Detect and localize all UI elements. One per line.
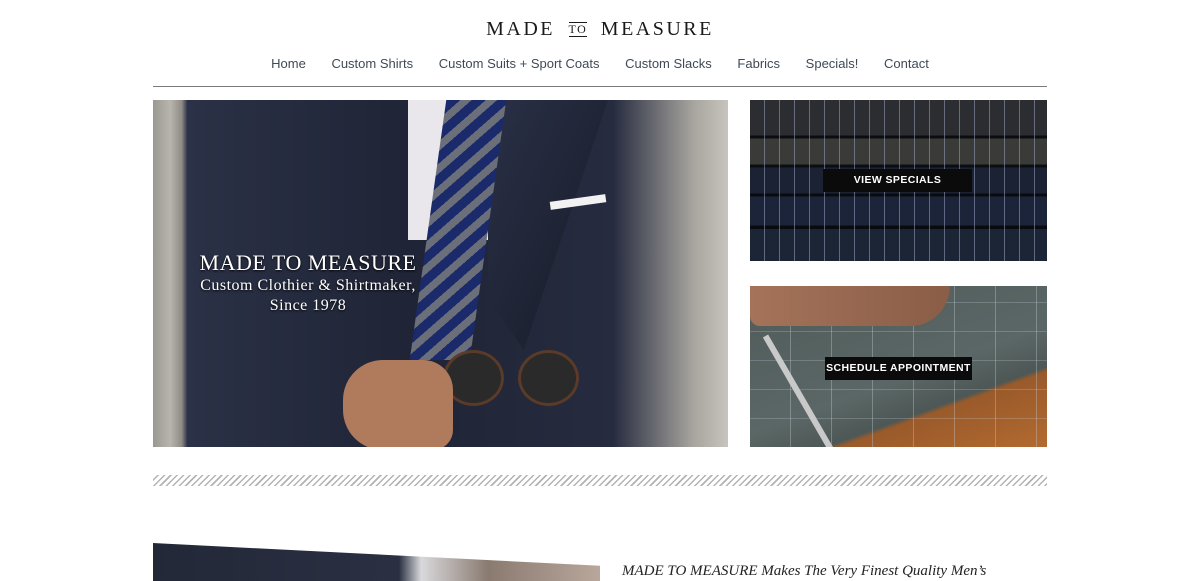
hero-lapel-graphic — [488, 100, 608, 350]
diagonal-stripe-divider — [153, 475, 1047, 486]
main-nav: Home Custom Shirts Custom Suits + Sport … — [0, 56, 1200, 71]
nav-specials[interactable]: Specials! — [806, 56, 859, 71]
suit-photo-secondary — [153, 543, 600, 581]
nav-fabrics[interactable]: Fabrics — [737, 56, 780, 71]
hero-banner[interactable]: MADE TO MEASURE Custom Clothier & Shirtm… — [153, 100, 728, 447]
hero-hand-graphic — [343, 360, 453, 447]
appointment-tile[interactable]: SCHEDULE APPOINTMENT — [750, 286, 1047, 447]
logo-word-made: MADE — [486, 18, 556, 40]
site-logo[interactable]: MADE TO MEASURE — [0, 18, 1200, 41]
nav-custom-slacks[interactable]: Custom Slacks — [625, 56, 712, 71]
schedule-appointment-button[interactable]: SCHEDULE APPOINTMENT — [825, 357, 972, 380]
nav-custom-suits[interactable]: Custom Suits + Sport Coats — [439, 56, 600, 71]
specials-tile[interactable]: VIEW SPECIALS — [750, 100, 1047, 261]
view-specials-button[interactable]: VIEW SPECIALS — [823, 169, 972, 192]
header-divider — [153, 86, 1047, 87]
tailor-hands-graphic — [750, 286, 950, 326]
logo-word-to: TO — [568, 22, 588, 37]
hero-subtitle-line2: Since 1978 — [269, 297, 347, 314]
hero-subtitle-line1: Custom Clothier & Shirtmaker, — [200, 277, 416, 294]
nav-contact[interactable]: Contact — [884, 56, 929, 71]
hero-title: MADE TO MEASURE — [199, 250, 417, 275]
hero-caption: MADE TO MEASURE Custom Clothier & Shirtm… — [153, 250, 463, 316]
hero-glasses-graphic — [443, 350, 583, 410]
intro-heading: MADE TO MEASURE Makes The Very Finest Qu… — [622, 563, 987, 579]
nav-home[interactable]: Home — [271, 56, 306, 71]
logo-word-measure: MEASURE — [600, 18, 714, 40]
nav-custom-shirts[interactable]: Custom Shirts — [331, 56, 413, 71]
